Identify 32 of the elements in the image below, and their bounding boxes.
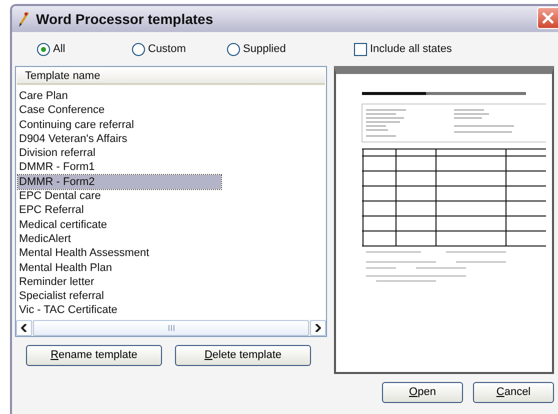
close-icon [542,12,554,24]
dialog-button[interactable]: Open [382,382,463,403]
list-item[interactable]: D904 Veteran's Affairs [18,132,221,146]
list-item[interactable]: Reminder letter [18,274,221,290]
dialog-button[interactable]: Cancel [473,382,554,403]
list-item[interactable]: Case Conference [18,103,221,118]
radio-option[interactable]: Supplied [227,40,322,58]
window-title: Word Processor templates [36,10,214,29]
radio-option[interactable]: Custom [132,40,227,58]
list-item[interactable]: EPC Referral [18,203,221,218]
list-item[interactable]: Division referral [18,146,221,160]
list-item[interactable]: DMMR - Form1 [18,160,221,175]
pen-icon [18,11,30,27]
list-item[interactable]: MedicAlert [18,232,221,246]
dialog-button[interactable]: Rename template [26,345,162,366]
list-item[interactable]: Mental Health Assessment [18,246,221,261]
list-item[interactable]: Care Plan [18,89,221,104]
close-button[interactable] [537,7,558,29]
list-item[interactable]: EPC Dental care [18,189,221,204]
scroll-right-button[interactable] [310,320,326,336]
column-header[interactable]: Template name [17,68,325,85]
list-item[interactable]: Specialist referral [18,289,221,304]
scroll-left-button[interactable] [16,320,32,336]
radio-option[interactable]: All [37,40,132,58]
list-item[interactable]: DMMR - Form2 [18,174,221,190]
list-item[interactable]: Vic - TAC Certificate [18,303,221,318]
include-all-states-checkbox[interactable]: Include all states [354,40,452,58]
dialog-button[interactable]: Delete template [175,345,311,366]
grip-icon [168,325,174,331]
list-item[interactable]: Continuing care referral [18,118,221,132]
list-item[interactable]: Mental Health Plan [18,260,221,275]
list-item[interactable]: Medical certificate [18,218,221,232]
